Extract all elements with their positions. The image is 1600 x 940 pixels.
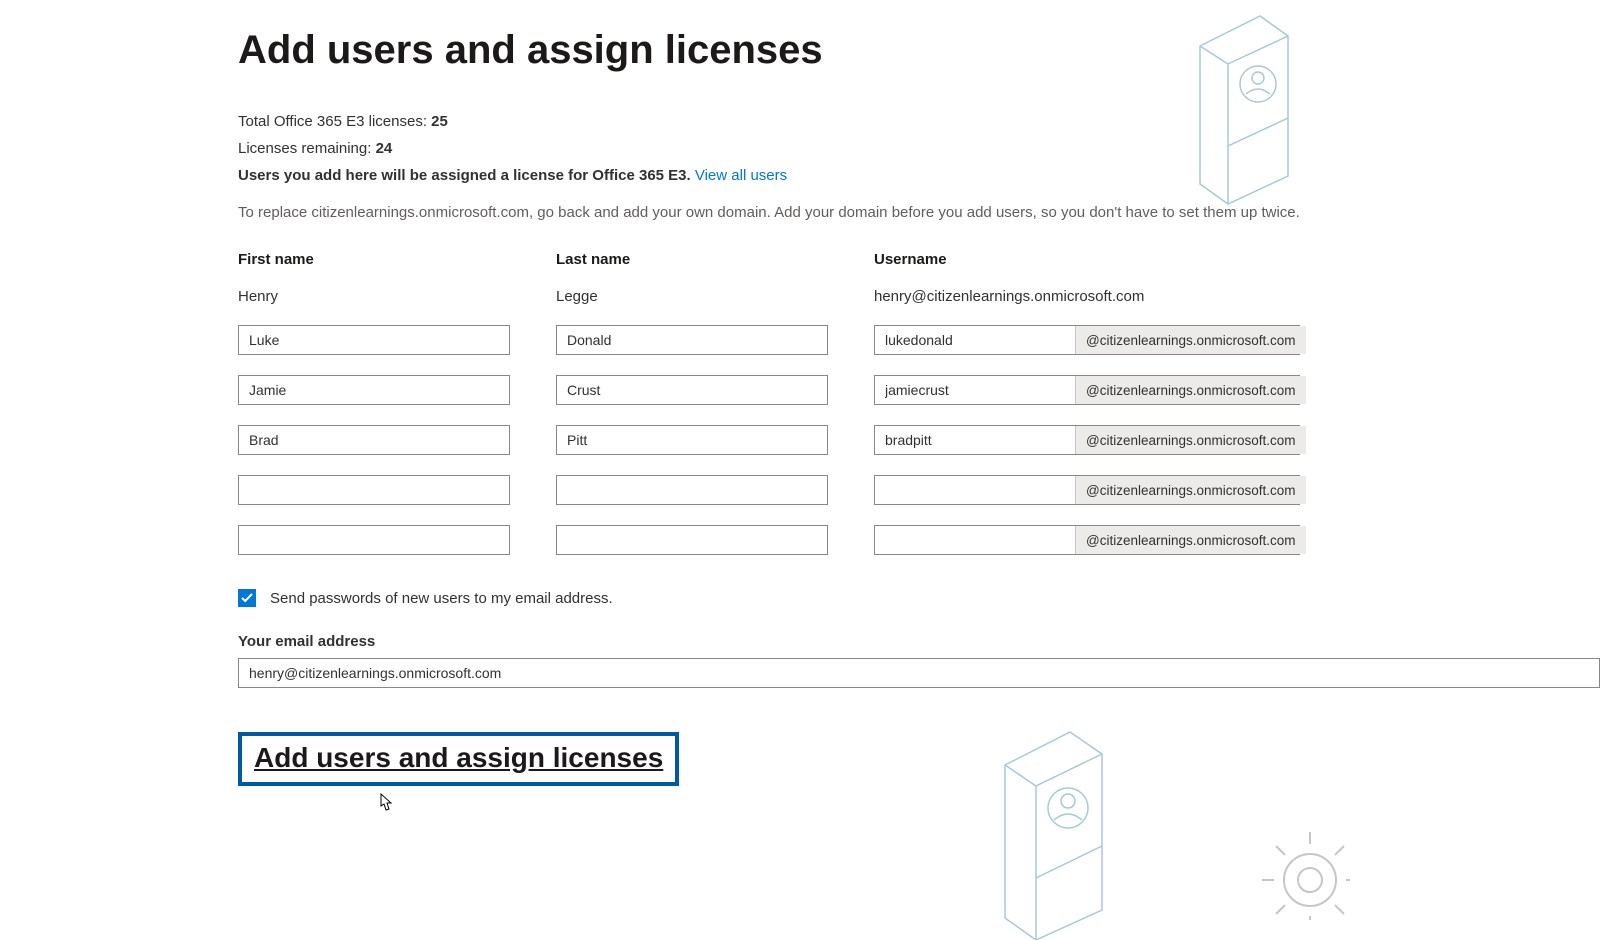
col-header-lastname: Last name: [556, 251, 828, 268]
existing-user-lastname: Legge: [556, 288, 828, 305]
firstname-input[interactable]: [238, 425, 510, 455]
replace-domain-note: To replace citizenlearnings.onmicrosoft.…: [238, 204, 1600, 221]
firstname-input[interactable]: [238, 325, 510, 355]
email-address-field[interactable]: [238, 658, 1600, 688]
username-domain-suffix: @citizenlearnings.onmicrosoft.com: [1075, 376, 1306, 404]
email-address-label: Your email address: [238, 633, 1600, 650]
username-input[interactable]: [875, 526, 1075, 554]
send-passwords-label: Send passwords of new users to my email …: [270, 590, 613, 607]
remaining-licenses-label: Licenses remaining:: [238, 140, 376, 157]
col-header-username: Username: [874, 251, 1300, 268]
username-domain-suffix: @citizenlearnings.onmicrosoft.com: [1075, 476, 1306, 504]
gear-illustration: [1230, 800, 1350, 920]
username-domain-suffix: @citizenlearnings.onmicrosoft.com: [1075, 326, 1306, 354]
firstname-input[interactable]: [238, 525, 510, 555]
firstname-input[interactable]: [238, 375, 510, 405]
total-licenses-line: Total Office 365 E3 licenses: 25: [238, 113, 1600, 130]
lastname-input[interactable]: [556, 425, 828, 455]
lastname-input[interactable]: [556, 375, 828, 405]
total-licenses-label: Total Office 365 E3 licenses:: [238, 113, 431, 130]
username-domain-suffix: @citizenlearnings.onmicrosoft.com: [1075, 426, 1306, 454]
lastname-input[interactable]: [556, 475, 828, 505]
firstname-input[interactable]: [238, 475, 510, 505]
add-users-button[interactable]: Add users and assign licenses: [254, 742, 663, 774]
assign-info-line: Users you add here will be assigned a li…: [238, 167, 1600, 184]
username-input[interactable]: [875, 376, 1075, 404]
lastname-input[interactable]: [556, 525, 828, 555]
remaining-licenses-line: Licenses remaining: 24: [238, 140, 1600, 157]
username-cell: @citizenlearnings.onmicrosoft.com: [874, 325, 1300, 355]
view-all-users-link[interactable]: View all users: [695, 167, 787, 184]
checkmark-icon: [241, 592, 253, 604]
send-passwords-checkbox[interactable]: [238, 589, 256, 607]
total-licenses-value: 25: [431, 113, 448, 130]
cta-focus-ring: Add users and assign licenses: [238, 732, 679, 786]
username-input[interactable]: [875, 326, 1075, 354]
col-header-firstname: First name: [238, 251, 510, 268]
username-domain-suffix: @citizenlearnings.onmicrosoft.com: [1075, 526, 1306, 554]
remaining-licenses-value: 24: [376, 140, 393, 157]
username-cell: @citizenlearnings.onmicrosoft.com: [874, 525, 1300, 555]
username-cell: @citizenlearnings.onmicrosoft.com: [874, 475, 1300, 505]
page-title: Add users and assign licenses: [238, 28, 1600, 73]
cursor-pointer-icon: [375, 792, 395, 816]
existing-user-firstname: Henry: [238, 288, 510, 305]
assign-info-text: Users you add here will be assigned a li…: [238, 167, 695, 184]
existing-user-username: henry@citizenlearnings.onmicrosoft.com: [874, 288, 1300, 305]
username-cell: @citizenlearnings.onmicrosoft.com: [874, 425, 1300, 455]
lastname-input[interactable]: [556, 325, 828, 355]
username-input[interactable]: [875, 476, 1075, 504]
username-input[interactable]: [875, 426, 1075, 454]
username-cell: @citizenlearnings.onmicrosoft.com: [874, 375, 1300, 405]
